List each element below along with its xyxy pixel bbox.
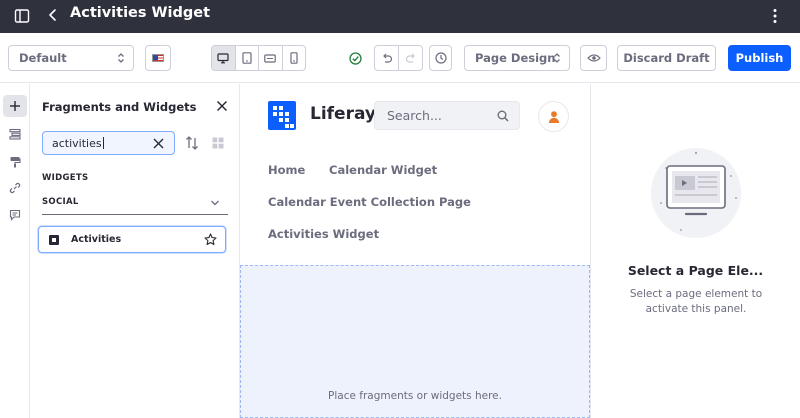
landscape-phone-icon (264, 53, 277, 63)
search-icon (497, 110, 509, 122)
experience-select[interactable]: Default (8, 45, 134, 71)
page-design-select-value: Page Design (475, 51, 556, 65)
add-icon (10, 101, 20, 111)
select-caret-icon (554, 53, 560, 63)
redo-icon (405, 53, 415, 63)
comments-icon (9, 209, 21, 221)
page-title: Activities Widget (70, 5, 211, 21)
drop-zone-text: Place fragments or widgets here. (328, 390, 502, 402)
landscape-view-button[interactable] (259, 46, 283, 70)
fragments-search-input[interactable]: activities (42, 131, 175, 155)
page-design-options-tab[interactable] (3, 151, 27, 173)
category-label: SOCIAL (42, 197, 79, 207)
panel-title: Fragments and Widgets (42, 100, 197, 114)
eye-icon (586, 54, 601, 62)
experience-select-value: Default (19, 51, 67, 65)
user-avatar[interactable] (538, 101, 569, 132)
site-search-input[interactable]: Search... (374, 101, 520, 130)
publish-button[interactable]: Publish (728, 45, 791, 71)
clear-search-icon[interactable] (153, 138, 164, 149)
empty-panel-title: Select a Page Ele... (627, 263, 764, 278)
close-icon[interactable] (216, 100, 228, 112)
nav-link-home[interactable]: Home (268, 163, 305, 177)
sidebar-rail (0, 84, 30, 418)
options-icon[interactable] (766, 7, 784, 25)
empty-state-illustration (651, 148, 741, 238)
sidebar-toggle-icon[interactable] (14, 8, 30, 24)
us-flag-icon (152, 54, 164, 62)
device-switcher (211, 45, 306, 71)
history-icon (434, 52, 447, 64)
saved-check-icon (349, 52, 362, 65)
editor-toolbar: Default Page Design Discard Draft Publis… (0, 33, 800, 83)
site-search-placeholder: Search... (387, 108, 442, 123)
undo-icon (382, 53, 392, 63)
sort-icon[interactable] (184, 135, 200, 151)
back-icon[interactable] (46, 7, 60, 23)
widgets-section-label: WIDGETS (42, 173, 89, 183)
text-cursor (102, 137, 104, 149)
tablet-view-button[interactable] (236, 46, 259, 70)
desktop-icon (217, 52, 229, 63)
portrait-view-button[interactable] (283, 46, 306, 70)
discard-draft-button[interactable]: Discard Draft (617, 45, 716, 71)
paint-icon (10, 157, 21, 168)
liferay-logo[interactable] (268, 101, 296, 130)
portrait-phone-icon (290, 52, 298, 64)
chevron-down-icon (211, 200, 219, 206)
user-icon (548, 110, 559, 123)
category-social-toggle[interactable]: SOCIAL (42, 192, 228, 215)
preview-button[interactable] (580, 45, 607, 71)
history-button[interactable] (429, 45, 452, 71)
drop-zone[interactable]: Place fragments or widgets here. (240, 265, 590, 418)
widget-label: Activities (71, 234, 122, 245)
nav-link-calendar-event-collection[interactable]: Calendar Event Collection Page (268, 195, 471, 209)
browser-icon (9, 128, 21, 140)
widget-icon (49, 235, 59, 245)
add-fragments-tab[interactable] (3, 95, 27, 117)
configuration-panel: Select a Page Ele... Select a page eleme… (590, 84, 800, 418)
link-icon (9, 182, 21, 194)
nav-link-activities-widget[interactable]: Activities Widget (268, 227, 379, 241)
page-canvas: Liferay Search... Home Calendar Widget C… (240, 84, 590, 418)
mapping-tab[interactable] (3, 177, 27, 199)
desktop-view-button[interactable] (212, 46, 236, 70)
redo-button[interactable] (399, 46, 422, 70)
monitor-illustration-icon (660, 151, 737, 231)
widget-card-activities[interactable]: Activities (38, 226, 226, 253)
grid-view-icon[interactable] (212, 137, 224, 149)
empty-panel-description: Select a page element to activate this p… (629, 288, 763, 315)
tablet-icon (242, 52, 252, 64)
language-selector[interactable] (145, 45, 171, 71)
select-caret-icon (118, 53, 124, 63)
undo-redo-group (374, 45, 423, 71)
star-icon[interactable] (204, 233, 217, 246)
browser-tab[interactable] (3, 123, 27, 145)
nav-link-calendar-widget[interactable]: Calendar Widget (329, 163, 437, 177)
search-input-value: activities (52, 136, 102, 150)
comments-tab[interactable] (3, 204, 27, 226)
top-bar: Activities Widget (0, 0, 800, 33)
undo-button[interactable] (375, 46, 399, 70)
page-design-select[interactable]: Page Design (464, 45, 570, 71)
fragments-panel: Fragments and Widgets activities WIDGETS… (30, 84, 240, 418)
site-name: Liferay (310, 104, 376, 124)
